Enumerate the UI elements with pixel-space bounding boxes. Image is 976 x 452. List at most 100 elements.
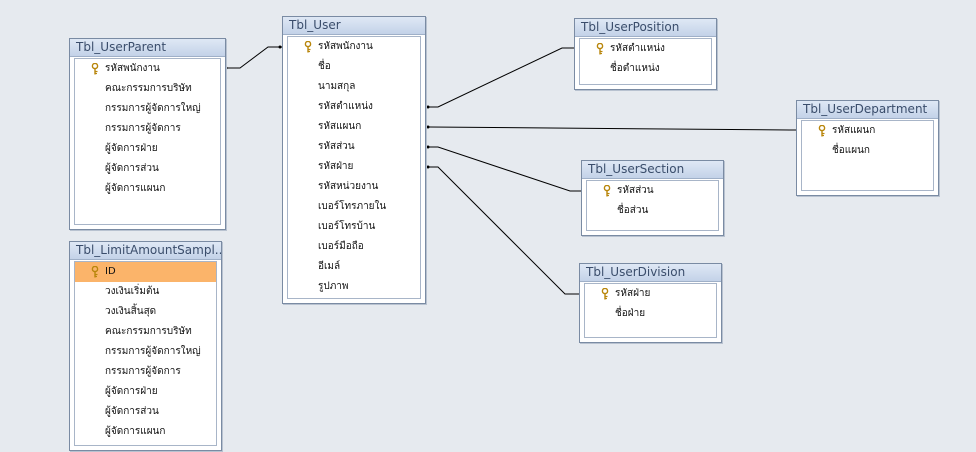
field-name: ID (105, 266, 116, 277)
field-name: รหัสส่วน (617, 185, 654, 196)
field-name: อีเมล์ (318, 261, 341, 272)
field-list[interactable]: รหัสฝ่ายชื่อฝ่าย (584, 283, 717, 338)
field-name: กรรมการผู้จัดการ (105, 123, 181, 134)
field-row[interactable]: รหัสแผนก (288, 117, 420, 137)
field-list[interactable]: รหัสตำแหน่งชื่อตำแหน่ง (579, 38, 712, 85)
field-name: กรรมการผู้จัดการ (105, 366, 181, 377)
field-name: ชื่อ (318, 61, 331, 72)
field-name: วงเงินเริ่มต้น (105, 286, 160, 297)
field-row[interactable]: รหัสพนักงาน (75, 59, 220, 79)
field-row[interactable]: ผู้จัดการแผนก (75, 422, 216, 442)
field-row[interactable]: อีเมล์ (288, 257, 420, 277)
field-name: เบอร์มือถือ (318, 241, 364, 252)
link-user-position[interactable] (426, 47, 574, 108)
field-name: รูปภาพ (318, 281, 349, 292)
field-name: เบอร์โทรบ้าน (318, 221, 376, 232)
field-row[interactable]: เบอร์โทรบ้าน (288, 217, 420, 237)
field-name: ผู้จัดการฝ่าย (105, 386, 158, 397)
field-row[interactable]: เบอร์มือถือ (288, 237, 420, 257)
field-name: นามสกุล (318, 81, 356, 92)
field-list[interactable]: รหัสแผนกชื่อแผนก (801, 120, 934, 191)
table-title[interactable]: Tbl_UserDepartment (797, 101, 938, 119)
field-name: รหัสแผนก (832, 125, 876, 136)
field-list[interactable]: รหัสพนักงานชื่อนามสกุลรหัสตำแหน่งรหัสแผน… (287, 36, 421, 299)
table-user-department[interactable]: Tbl_UserDepartment รหัสแผนกชื่อแผนก (796, 100, 939, 196)
table-title[interactable]: Tbl_UserParent (70, 39, 225, 57)
field-name: รหัสหน่วยงาน (318, 181, 379, 192)
field-row[interactable]: กรรมการผู้จัดการ (75, 119, 220, 139)
field-name: รหัสพนักงาน (105, 63, 160, 74)
field-row[interactable]: ผู้จัดการฝ่าย (75, 139, 220, 159)
table-limit-amount[interactable]: Tbl_LimitAmountSampl... ID วงเงินเริ่มต้น… (69, 241, 222, 451)
table-user-parent[interactable]: Tbl_UserParent รหัสพนักงานคณะกรรมการบริษ… (69, 38, 226, 230)
field-row[interactable]: รหัสฝ่าย (585, 284, 716, 304)
link-parent-user[interactable] (224, 46, 282, 69)
field-name: วงเงินสิ้นสุด (105, 306, 157, 317)
field-row[interactable]: คณะกรรมการบริษัท (75, 322, 216, 342)
table-title[interactable]: Tbl_UserPosition (575, 19, 716, 37)
field-row[interactable]: วงเงินสิ้นสุด (75, 302, 216, 322)
table-user-division[interactable]: Tbl_UserDivision รหัสฝ่ายชื่อฝ่าย (579, 263, 722, 343)
field-name: เบอร์โทรภายใน (318, 201, 387, 212)
field-row[interactable]: ชื่อส่วน (587, 201, 718, 221)
field-name: รหัสพนักงาน (318, 41, 373, 52)
field-row[interactable]: เบอร์โทรภายใน (288, 197, 420, 217)
field-row[interactable]: วงเงินเริ่มต้น (75, 282, 216, 302)
field-row[interactable]: ID (75, 262, 216, 282)
field-row[interactable]: ผู้จัดการส่วน (75, 159, 220, 179)
field-name: กรรมการผู้จัดการใหญ่ (105, 103, 201, 114)
table-title[interactable]: Tbl_User (283, 17, 425, 35)
field-name: ผู้จัดการแผนก (105, 426, 166, 437)
diagram-canvas: Tbl_UserParent รหัสพนักงานคณะกรรมการบริษ… (0, 0, 976, 452)
table-user-position[interactable]: Tbl_UserPosition รหัสตำแหน่งชื่อตำแหน่ง (574, 18, 717, 90)
field-name: รหัสฝ่าย (615, 288, 651, 299)
field-name: รหัสแผนก (318, 121, 362, 132)
field-row[interactable]: ผู้จัดการแผนก (75, 179, 220, 199)
field-name: คณะกรรมการบริษัท (105, 326, 192, 337)
field-row[interactable]: รหัสแผนก (802, 121, 933, 141)
field-name: รหัสส่วน (318, 141, 355, 152)
field-row[interactable]: รหัสตำแหน่ง (580, 39, 711, 59)
table-title[interactable]: Tbl_UserSection (582, 161, 723, 179)
field-row[interactable]: รหัสตำแหน่ง (288, 97, 420, 117)
field-name: ผู้จัดการฝ่าย (105, 143, 158, 154)
field-name: ชื่อตำแหน่ง (610, 63, 660, 74)
field-row[interactable]: รหัสพนักงาน (288, 37, 420, 57)
table-user[interactable]: Tbl_User รหัสพนักงานชื่อนามสกุลรหัสตำแหน… (282, 16, 426, 304)
field-row[interactable]: รหัสส่วน (288, 137, 420, 157)
field-name: กรรมการผู้จัดการใหญ่ (105, 346, 201, 357)
field-name: ผู้จัดการส่วน (105, 406, 159, 417)
table-title[interactable]: Tbl_LimitAmountSampl... (70, 242, 221, 260)
field-row[interactable]: ผู้จัดการส่วน (75, 402, 216, 422)
field-row[interactable]: ชื่อ (288, 57, 420, 77)
field-row[interactable]: ชื่อตำแหน่ง (580, 59, 711, 79)
field-name: คณะกรรมการบริษัท (105, 83, 192, 94)
field-name: ผู้จัดการส่วน (105, 163, 159, 174)
field-row[interactable]: ผู้จัดการฝ่าย (75, 382, 216, 402)
table-user-section[interactable]: Tbl_UserSection รหัสส่วนชื่อส่วน (581, 160, 724, 236)
field-row[interactable]: รหัสส่วน (587, 181, 718, 201)
field-row[interactable]: รูปภาพ (288, 277, 420, 297)
field-row[interactable]: ชื่อแผนก (802, 141, 933, 161)
field-name: รหัสตำแหน่ง (318, 101, 373, 112)
field-list[interactable]: รหัสพนักงานคณะกรรมการบริษัทกรรมการผู้จัด… (74, 58, 221, 225)
field-row[interactable]: รหัสฝ่าย (288, 157, 420, 177)
field-row[interactable]: ชื่อฝ่าย (585, 304, 716, 324)
field-row[interactable]: นามสกุล (288, 77, 420, 97)
field-list[interactable]: รหัสส่วนชื่อส่วน (586, 180, 719, 231)
field-name: ผู้จัดการแผนก (105, 183, 166, 194)
field-row[interactable]: กรรมการผู้จัดการใหญ่ (75, 342, 216, 362)
field-name: รหัสฝ่าย (318, 161, 354, 172)
field-list[interactable]: ID วงเงินเริ่มต้นวงเงินสิ้นสุดคณะกรรมการบ… (74, 261, 217, 446)
field-row[interactable]: รหัสหน่วยงาน (288, 177, 420, 197)
field-row[interactable]: คณะกรรมการบริษัท (75, 79, 220, 99)
field-name: รหัสตำแหน่ง (610, 43, 665, 54)
link-user-section[interactable] (426, 146, 581, 192)
table-title[interactable]: Tbl_UserDivision (580, 264, 721, 282)
field-name: ชื่อส่วน (617, 205, 649, 216)
field-row[interactable]: กรรมการผู้จัดการ (75, 362, 216, 382)
field-name: ชื่อฝ่าย (615, 308, 646, 319)
field-name: ชื่อแผนก (832, 145, 870, 156)
link-user-department[interactable] (426, 126, 796, 131)
field-row[interactable]: กรรมการผู้จัดการใหญ่ (75, 99, 220, 119)
